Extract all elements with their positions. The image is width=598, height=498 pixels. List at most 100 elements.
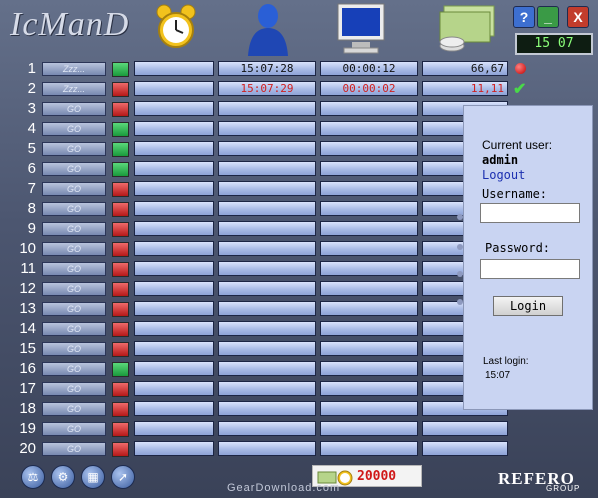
go-button[interactable]: GO bbox=[42, 102, 106, 116]
start-time-cell bbox=[218, 301, 316, 316]
elapsed-time-cell: 00:00:02 bbox=[320, 81, 418, 96]
help-button[interactable]: ? bbox=[513, 6, 535, 28]
name-cell[interactable] bbox=[134, 121, 214, 136]
start-time-cell bbox=[218, 241, 316, 256]
start-time-cell: 15:07:28 bbox=[218, 61, 316, 76]
status-indicator bbox=[112, 242, 129, 257]
settings-icon[interactable]: ▦ bbox=[81, 465, 105, 489]
name-cell[interactable] bbox=[134, 241, 214, 256]
name-cell[interactable] bbox=[134, 341, 214, 356]
scales-icon[interactable]: ⚖ bbox=[21, 465, 45, 489]
speedometer-icon[interactable]: ➚ bbox=[111, 465, 135, 489]
go-button[interactable]: GO bbox=[42, 322, 106, 336]
go-button[interactable]: GO bbox=[42, 142, 106, 156]
name-cell[interactable] bbox=[134, 221, 214, 236]
name-cell[interactable] bbox=[134, 321, 214, 336]
name-cell[interactable] bbox=[134, 441, 214, 456]
go-button[interactable]: GO bbox=[42, 302, 106, 316]
start-time-cell bbox=[218, 361, 316, 376]
network-icon[interactable]: ⚙ bbox=[51, 465, 75, 489]
row-number: 16 bbox=[19, 360, 36, 377]
alarm-clock-icon[interactable] bbox=[152, 2, 200, 54]
go-button[interactable]: GO bbox=[42, 422, 106, 436]
money-icon[interactable] bbox=[434, 2, 498, 56]
elapsed-time-cell bbox=[320, 321, 418, 336]
name-cell[interactable] bbox=[134, 361, 214, 376]
start-time-cell bbox=[218, 401, 316, 416]
row-number: 18 bbox=[19, 400, 36, 417]
start-time-cell bbox=[218, 341, 316, 356]
name-cell[interactable] bbox=[134, 101, 214, 116]
password-field[interactable] bbox=[480, 259, 580, 279]
row-number: 6 bbox=[27, 160, 36, 177]
go-button[interactable]: GO bbox=[42, 362, 106, 376]
name-cell[interactable] bbox=[134, 401, 214, 416]
minimize-button[interactable]: _ bbox=[537, 6, 559, 28]
go-button[interactable]: GO bbox=[42, 402, 106, 416]
go-button[interactable]: GO bbox=[42, 122, 106, 136]
start-time-cell bbox=[218, 181, 316, 196]
start-time-cell bbox=[218, 441, 316, 456]
go-button[interactable]: GO bbox=[42, 382, 106, 396]
login-button[interactable]: Login bbox=[493, 296, 563, 316]
amount-cell: 11,11 bbox=[422, 81, 508, 96]
elapsed-time-cell: 00:00:12 bbox=[320, 61, 418, 76]
elapsed-time-cell bbox=[320, 241, 418, 256]
name-cell[interactable] bbox=[134, 301, 214, 316]
elapsed-time-cell bbox=[320, 121, 418, 136]
status-indicator bbox=[112, 342, 129, 357]
go-button[interactable]: GO bbox=[42, 162, 106, 176]
elapsed-time-cell bbox=[320, 141, 418, 156]
status-indicator bbox=[112, 222, 129, 237]
table-row: 1 Zzz... 15:07:28 00:00:12 66,67 bbox=[0, 59, 598, 79]
elapsed-time-cell bbox=[320, 421, 418, 436]
status-indicator bbox=[112, 362, 129, 377]
elapsed-time-cell bbox=[320, 161, 418, 176]
start-time-cell bbox=[218, 101, 316, 116]
row-number: 8 bbox=[27, 200, 36, 217]
name-cell[interactable] bbox=[134, 281, 214, 296]
elapsed-time-cell bbox=[320, 301, 418, 316]
go-button[interactable]: GO bbox=[42, 282, 106, 296]
credits-value: 20000 bbox=[357, 469, 397, 484]
user-icon[interactable] bbox=[244, 2, 292, 58]
go-button[interactable]: GO bbox=[42, 222, 106, 236]
close-button[interactable]: X bbox=[567, 6, 589, 28]
start-time-cell bbox=[218, 121, 316, 136]
go-button[interactable]: Zzz... bbox=[42, 82, 106, 96]
elapsed-time-cell bbox=[320, 401, 418, 416]
go-button[interactable]: GO bbox=[42, 442, 106, 456]
elapsed-time-cell bbox=[320, 261, 418, 276]
row-number: 9 bbox=[27, 220, 36, 237]
start-time-cell bbox=[218, 321, 316, 336]
logout-link[interactable]: Logout bbox=[482, 168, 525, 182]
amount-cell: 66,67 bbox=[422, 61, 508, 76]
status-indicator bbox=[112, 262, 129, 277]
name-cell[interactable] bbox=[134, 61, 214, 76]
start-time-cell: 15:07:29 bbox=[218, 81, 316, 96]
name-cell[interactable] bbox=[134, 181, 214, 196]
username-field[interactable] bbox=[480, 203, 580, 223]
elapsed-time-cell bbox=[320, 181, 418, 196]
status-indicator bbox=[112, 322, 129, 337]
name-cell[interactable] bbox=[134, 261, 214, 276]
go-button[interactable]: GO bbox=[42, 182, 106, 196]
name-cell[interactable] bbox=[134, 161, 214, 176]
status-indicator bbox=[112, 402, 129, 417]
go-button[interactable]: GO bbox=[42, 262, 106, 276]
name-cell[interactable] bbox=[134, 81, 214, 96]
name-cell[interactable] bbox=[134, 201, 214, 216]
status-indicator bbox=[112, 282, 129, 297]
table-row: 20 GO bbox=[0, 439, 598, 459]
name-cell[interactable] bbox=[134, 421, 214, 436]
name-cell[interactable] bbox=[134, 141, 214, 156]
go-button[interactable]: Zzz... bbox=[42, 62, 106, 76]
row-number: 1 bbox=[27, 60, 36, 77]
status-indicator bbox=[112, 382, 129, 397]
row-number: 11 bbox=[20, 260, 36, 277]
go-button[interactable]: GO bbox=[42, 202, 106, 216]
monitor-icon[interactable] bbox=[336, 2, 392, 56]
name-cell[interactable] bbox=[134, 381, 214, 396]
go-button[interactable]: GO bbox=[42, 242, 106, 256]
go-button[interactable]: GO bbox=[42, 342, 106, 356]
